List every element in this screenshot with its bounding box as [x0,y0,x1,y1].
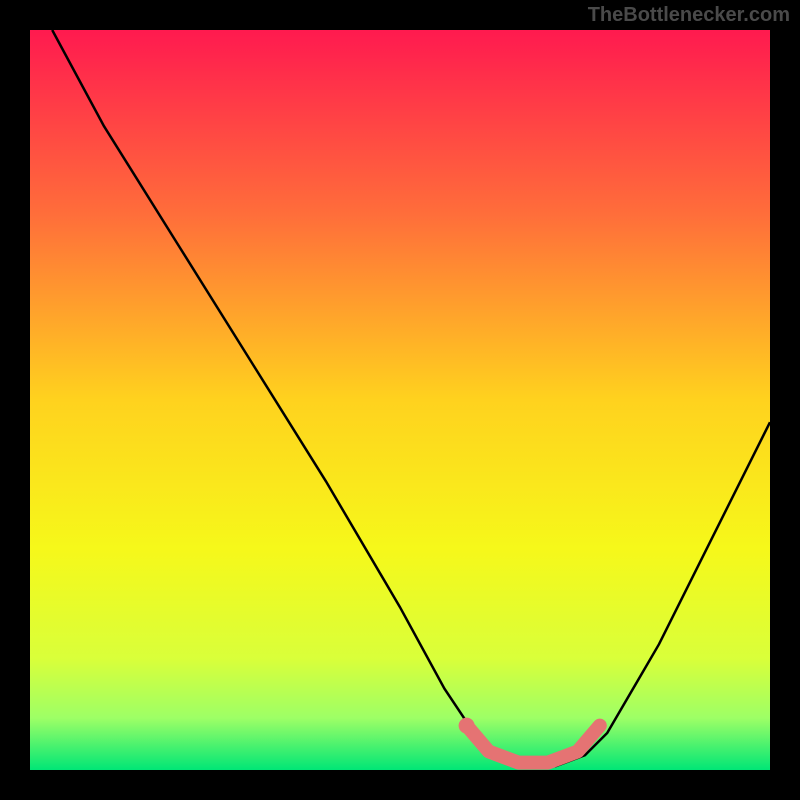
gradient-background [30,30,770,770]
chart-svg [30,30,770,770]
chart-area [30,30,770,770]
watermark-text: TheBottlenecker.com [588,4,790,27]
highlight-dot [459,718,475,734]
